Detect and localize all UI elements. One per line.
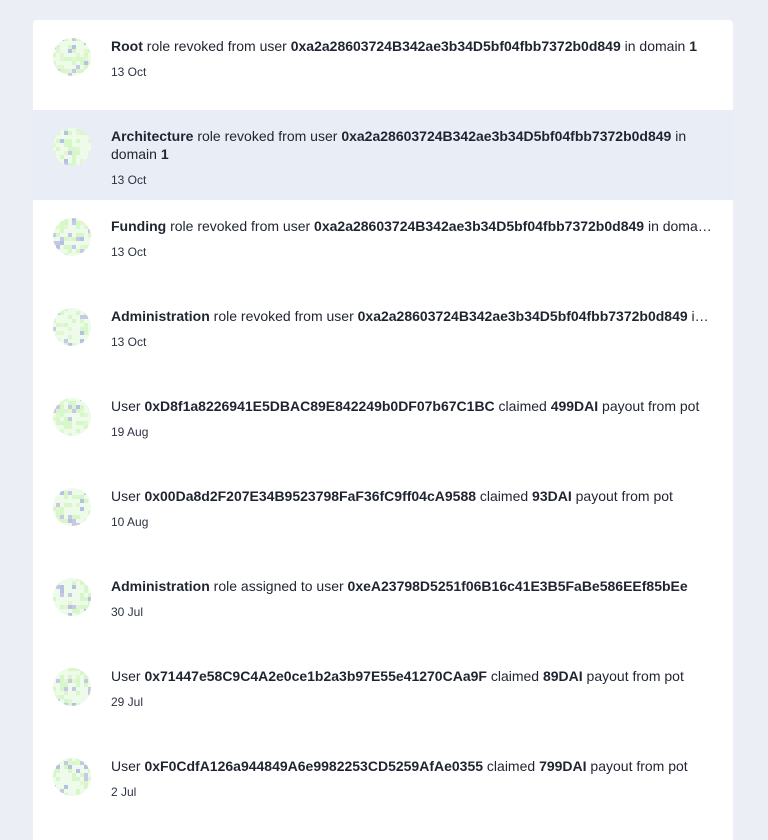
list-item[interactable]: Root role revoked from user 0xa2a2860372… [33,20,733,110]
event-highlight: 0x71447e58C9C4A2e0ce1b2a3b97E55e41270CAa… [144,668,487,684]
list-item[interactable]: Administration role revoked from user 0x… [33,290,733,380]
event-text-segment: role revoked from user [143,38,291,54]
list-item[interactable]: User 0xF0CdfA126a944849A6e9982253CD5259A… [33,740,733,830]
event-text-segment: claimed [483,758,539,774]
event-date: 10 Aug [111,514,713,530]
event-highlight: 799DAI [539,758,586,774]
event-text-segment: claimed [495,398,551,414]
user-avatar-icon [53,398,91,436]
event-date: 13 Oct [111,334,713,350]
event-highlight: 0xF0CdfA126a944849A6e9982253CD5259AfAe03… [144,758,483,774]
event-text-segment: claimed [476,488,532,504]
event-highlight: Root [111,38,143,54]
event-date: 2 Jul [111,784,713,800]
event-text-segment: role assigned to user [210,578,348,594]
event-highlight: Administration [111,578,210,594]
event-text: User 0x00Da8d2F207E34B9523798FaF36fC9ff0… [111,487,713,505]
event-text: Root role revoked from user 0xa2a2860372… [111,37,713,55]
event-text-segment: role revoked from user [193,128,341,144]
event-highlight: 0xa2a28603724B342ae3b34D5bf04fbb7372b0d8… [291,38,621,54]
list-item[interactable]: Architecture role revoked from user 0xa2… [33,110,733,200]
user-avatar-icon [53,308,91,346]
event-highlight: 89DAI [543,668,583,684]
user-avatar-icon [53,578,91,616]
event-text: Administration role assigned to user 0xe… [111,577,713,595]
event-highlight: 0xeA23798D5251f06B16c41E3B5FaBe586EEf85b… [348,578,688,594]
event-highlight: 1 [161,146,169,162]
event-text-segment: in domain [621,38,689,54]
event-text-segment: payout from pot [587,758,688,774]
list-item[interactable]: User 0xD8f1a8226941E5DBAC89E842249b0DF07… [33,380,733,470]
event-text-segment: payout from pot [598,398,699,414]
event-highlight: Administration [111,308,210,324]
list-item[interactable]: Administration role assigned to user 0xe… [33,560,733,650]
event-text-segment: User [111,758,144,774]
user-avatar-icon [53,218,91,256]
event-text: User 0xD8f1a8226941E5DBAC89E842249b0DF07… [111,397,713,415]
event-text: Administration role revoked from user 0x… [111,307,713,325]
event-text-segment: in domain [644,218,712,234]
event-text: Funding role revoked from user 0xa2a2860… [111,217,713,235]
user-avatar-icon [53,128,91,166]
event-text-segment: role revoked from user [210,308,358,324]
event-highlight: 93DAI [532,488,572,504]
event-date: 29 Jul [111,694,713,710]
user-avatar-icon [53,668,91,706]
event-highlight: 499DAI [551,398,598,414]
event-text-segment: User [111,488,144,504]
event-highlight: 0x00Da8d2F207E34B9523798FaF36fC9ff04cA95… [144,488,476,504]
event-text-segment: User [111,668,144,684]
event-text-segment: payout from pot [572,488,673,504]
user-avatar-icon [53,758,91,796]
event-text: User 0x71447e58C9C4A2e0ce1b2a3b97E55e412… [111,667,713,685]
event-date: 13 Oct [111,172,713,188]
event-highlight: Architecture [111,128,193,144]
event-text-segment: role revoked from user [166,218,314,234]
event-date: 19 Aug [111,424,713,440]
activity-feed: Root role revoked from user 0xa2a2860372… [33,20,733,840]
event-highlight: 1 [689,38,697,54]
event-text: Architecture role revoked from user 0xa2… [111,127,713,163]
event-date: 13 Oct [111,244,713,260]
list-item[interactable]: User 0x00Da8d2F207E34B9523798FaF36fC9ff0… [33,470,733,560]
event-text: User 0xF0CdfA126a944849A6e9982253CD5259A… [111,757,713,775]
user-avatar-icon [53,488,91,526]
event-highlight: 0xa2a28603724B342ae3b34D5bf04fbb7372b0d8… [314,218,644,234]
event-highlight: 0xa2a28603724B342ae3b34D5bf04fbb7372b0d8… [358,308,688,324]
event-text-segment: in domain [688,308,713,324]
event-date: 30 Jul [111,604,713,620]
user-avatar-icon [53,38,91,76]
event-highlight: 0xa2a28603724B342ae3b34D5bf04fbb7372b0d8… [341,128,671,144]
event-text-segment: claimed [487,668,543,684]
event-highlight: 0xD8f1a8226941E5DBAC89E842249b0DF07b67C1… [144,398,494,414]
list-item[interactable]: User 0x71447e58C9C4A2e0ce1b2a3b97E55e412… [33,650,733,740]
list-item[interactable]: Funding role revoked from user 0xa2a2860… [33,200,733,290]
event-text-segment: User [111,398,144,414]
event-text-segment: payout from pot [583,668,684,684]
event-highlight: Funding [111,218,166,234]
event-date: 13 Oct [111,64,713,80]
